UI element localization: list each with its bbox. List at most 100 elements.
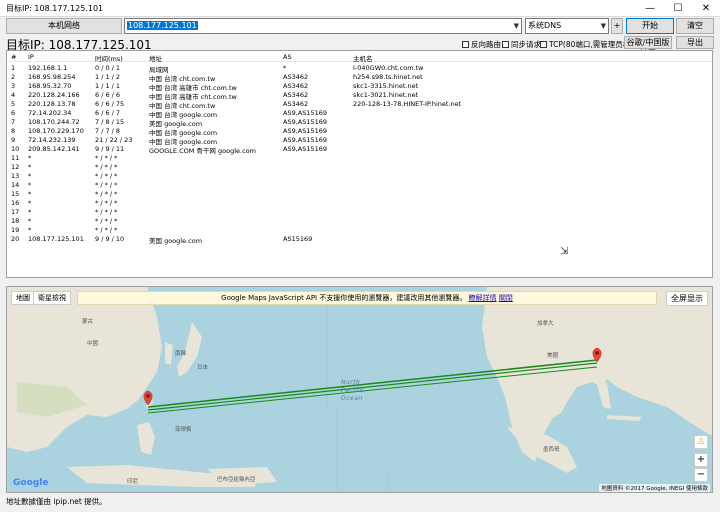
dismiss-link[interactable]: 關閉 bbox=[499, 294, 513, 302]
cell-ip: * bbox=[28, 190, 32, 198]
table-row[interactable]: 2 168.95.98.254 1 / 1 / 2 中国 台湾 cht.com.tw A… bbox=[7, 73, 712, 83]
zoom-out-button[interactable]: − bbox=[694, 468, 708, 482]
cell-num: 15 bbox=[11, 190, 20, 198]
label-ocean-pacific: Pacific bbox=[341, 387, 364, 394]
export-button[interactable]: 导出 bbox=[676, 36, 714, 49]
cell-ip: 168.95.32.70 bbox=[28, 82, 72, 90]
cell-time: * / * / * bbox=[95, 172, 118, 180]
tab-satellite[interactable]: 衛星檢視 bbox=[33, 291, 71, 305]
label-japan: 日本 bbox=[197, 365, 209, 371]
add-dns-button[interactable]: + bbox=[611, 18, 623, 34]
land-florida bbox=[597, 383, 611, 409]
start-button[interactable]: 开始 bbox=[626, 18, 674, 34]
route-map[interactable]: 中國 蒙古 南韓 日本 菲律賓 印尼 巴布亞紐幾內亞 美國 加拿大 墨西哥 No… bbox=[6, 286, 713, 493]
cell-ip: 220.128.24.166 bbox=[28, 91, 80, 99]
clear-button[interactable]: 清空 bbox=[676, 18, 714, 34]
table-row[interactable]: 8 108.170.229.170 7 / 7 / 8 中国 台湾 google.co… bbox=[7, 127, 712, 137]
cell-time: * / * / * bbox=[95, 208, 118, 216]
cell-time: 7 / 8 / 15 bbox=[95, 118, 125, 126]
checkbox-box[interactable] bbox=[540, 41, 547, 48]
sync-request-label: 同步请求 bbox=[511, 40, 541, 49]
cell-ip: 192.168.1.1 bbox=[28, 64, 68, 72]
cell-ip: 108.170.229.170 bbox=[28, 127, 84, 135]
maximize-button[interactable]: ☐ bbox=[664, 0, 692, 17]
table-row[interactable]: 1 192.168.1.1 0 / 0 / 1 局域网 * I-040GW0.cht.co… bbox=[7, 64, 712, 74]
table-row[interactable]: 5 220.128.13.78 6 / 6 / 75 中国 台湾 cht.com.tw… bbox=[7, 100, 712, 110]
google-map-button[interactable]: 谷歌/中国版地图 bbox=[624, 36, 672, 58]
chevron-down-icon[interactable]: ▼ bbox=[514, 19, 519, 33]
tab-map[interactable]: 地圖 bbox=[11, 291, 35, 305]
hops-table[interactable]: # IP 时间(ms) 地址 AS 主机名 1 192.168.1.1 0 / 0 … bbox=[6, 50, 713, 278]
table-row[interactable]: 14 * * / * / * bbox=[7, 181, 712, 190]
table-row[interactable]: 17 * * / * / * bbox=[7, 208, 712, 217]
cell-time: 6 / 6 / 6 bbox=[95, 91, 121, 99]
banner-text: Google Maps JavaScript API 不支援你使用的瀏覽器，建議… bbox=[221, 294, 467, 302]
minimize-button[interactable]: — bbox=[636, 0, 664, 17]
cell-time: * / * / * bbox=[95, 181, 118, 189]
cell-num: 7 bbox=[11, 118, 16, 126]
cell-time: 1 / 1 / 1 bbox=[95, 82, 121, 90]
local-network-button[interactable]: 本机网络 bbox=[6, 18, 122, 34]
checkbox-box[interactable] bbox=[502, 41, 509, 48]
table-row[interactable]: 3 168.95.32.70 1 / 1 / 1 中国 台湾 高雄市 cht.com.… bbox=[7, 82, 712, 92]
cell-ip: * bbox=[28, 154, 32, 162]
cell-time: * / * / * bbox=[95, 199, 118, 207]
table-row[interactable]: 16 * * / * / * bbox=[7, 199, 712, 208]
table-header: # IP 时间(ms) 地址 AS 主机名 bbox=[7, 51, 712, 63]
table-row[interactable]: 13 * * / * / * bbox=[7, 172, 712, 181]
zoom-in-button[interactable]: + bbox=[694, 453, 708, 467]
land-philippines bbox=[137, 422, 155, 455]
map-attribution[interactable]: 地圖資料 ©2017 Google, INEGI 使用條款 bbox=[599, 484, 710, 492]
close-button[interactable]: ✕ bbox=[692, 0, 720, 17]
table-row[interactable]: 11 * * / * / * bbox=[7, 154, 712, 163]
checkbox-box[interactable] bbox=[462, 41, 469, 48]
date-line bbox=[326, 305, 338, 492]
table-row[interactable]: 10 209.85.142.141 9 / 9 / 11 GOOGLE.COM 骨干网… bbox=[7, 145, 712, 155]
table-row[interactable]: 7 108.170.244.72 7 / 8 / 15 美国 google.com AS… bbox=[7, 118, 712, 128]
boundary-line bbox=[372, 466, 388, 492]
table-row[interactable]: 18 * * / * / * bbox=[7, 217, 712, 226]
table-row[interactable]: 15 * * / * / * bbox=[7, 190, 712, 199]
cell-ip: 72.14.202.34 bbox=[28, 109, 72, 117]
col-ip: IP bbox=[28, 53, 34, 61]
ip-input[interactable]: 108.177.125.101 ▼ bbox=[124, 18, 522, 34]
cell-time: 1 / 1 / 2 bbox=[95, 73, 121, 81]
sync-request-checkbox[interactable]: 同步请求 bbox=[502, 39, 541, 50]
chevron-down-icon[interactable]: ▼ bbox=[601, 19, 606, 33]
cell-as: AS9,AS15169 bbox=[283, 127, 328, 135]
cell-hostname: skc1-3021.hinet.net bbox=[353, 91, 419, 99]
cell-num: 18 bbox=[11, 217, 20, 225]
col-time: 时间(ms) bbox=[95, 55, 123, 63]
cell-num: 9 bbox=[11, 136, 16, 144]
cell-time: 0 / 0 / 1 bbox=[95, 64, 121, 72]
mouse-cursor-icon: ⇲ bbox=[560, 246, 569, 257]
dns-select-value: 系统DNS bbox=[528, 21, 562, 30]
reverse-route-checkbox[interactable]: 反向路由 bbox=[462, 39, 501, 50]
cell-time: * / * / * bbox=[95, 226, 118, 234]
cell-num: 11 bbox=[11, 154, 20, 162]
dns-select[interactable]: 系统DNS ▼ bbox=[525, 18, 609, 34]
learn-more-link[interactable]: 瞭解詳情 bbox=[469, 294, 497, 302]
target-row: 目标IP: 108.177.125.101 反向路由 同步请求 TCP(80端口… bbox=[0, 36, 720, 58]
cell-ip: 72.14.232.139 bbox=[28, 136, 76, 144]
table-row[interactable]: 4 220.128.24.166 6 / 6 / 6 中国 台湾 高雄市 cht.co… bbox=[7, 91, 712, 101]
label-mongolia: 蒙古 bbox=[82, 319, 94, 325]
table-row[interactable]: 20 108.177.125.101 9 / 9 / 10 美国 google.com… bbox=[7, 235, 712, 245]
table-row[interactable]: 6 72.14.202.34 6 / 6 / 7 中国 台湾 google.com AS… bbox=[7, 109, 712, 119]
table-row[interactable]: 9 72.14.232.139 21 / 22 / 23 中国 台湾 google.c… bbox=[7, 136, 712, 146]
table-row[interactable]: 19 * * / * / * bbox=[7, 226, 712, 235]
cell-hostname: skc1-3315.hinet.net bbox=[353, 82, 419, 90]
label-mexico: 墨西哥 bbox=[543, 447, 560, 453]
land-cuba bbox=[607, 415, 642, 421]
pegman-icon[interactable]: ♙ bbox=[694, 435, 708, 449]
label-papua: 巴布亞紐幾內亞 bbox=[217, 477, 256, 483]
fullscreen-button[interactable]: 全屏显示 bbox=[666, 291, 708, 306]
cell-num: 4 bbox=[11, 91, 16, 99]
col-address: 地址 bbox=[149, 55, 162, 63]
table-row[interactable]: 12 * * / * / * bbox=[7, 163, 712, 172]
col-num: # bbox=[11, 53, 17, 61]
ip-input-value: 108.177.125.101 bbox=[127, 21, 198, 30]
cell-as: * bbox=[283, 64, 287, 72]
toolbar: 本机网络 108.177.125.101 ▼ 系统DNS ▼ + 开始 清空 bbox=[0, 18, 720, 36]
cell-address: 美国 google.com bbox=[149, 237, 203, 245]
